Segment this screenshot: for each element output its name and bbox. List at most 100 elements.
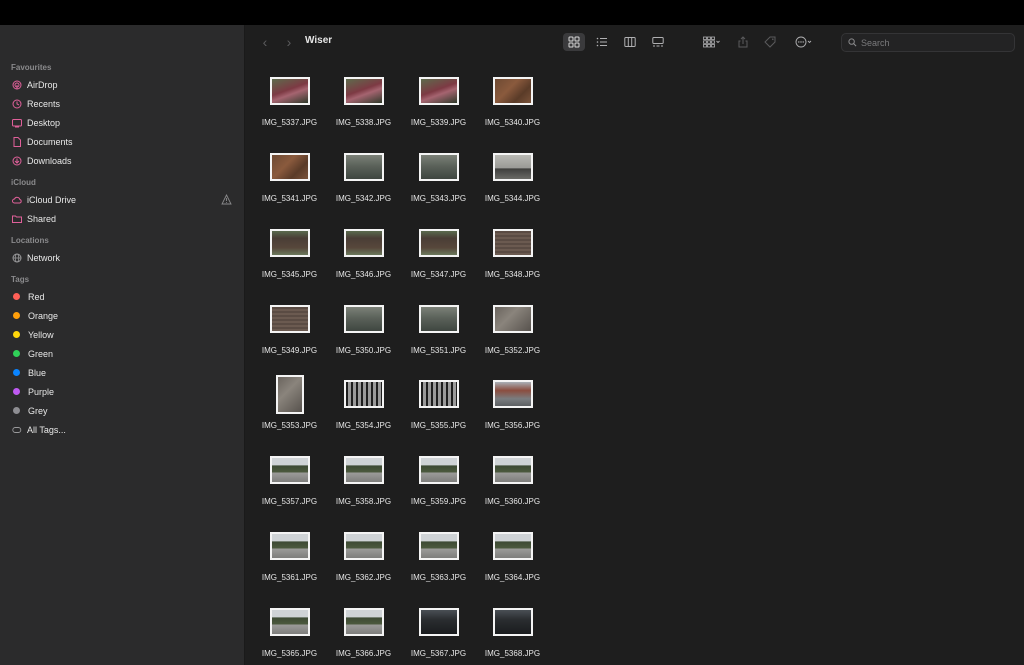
file-item[interactable]: IMG_5355.JPG bbox=[401, 380, 476, 430]
tags-section: Tags Red Orange Yellow Green Blue Purple… bbox=[0, 273, 244, 439]
file-thumbnail[interactable] bbox=[343, 153, 384, 181]
file-item[interactable]: IMG_5344.JPG bbox=[475, 153, 550, 203]
file-thumbnail[interactable] bbox=[418, 229, 459, 257]
file-thumbnail[interactable] bbox=[492, 608, 533, 636]
file-thumbnail[interactable] bbox=[492, 77, 533, 105]
file-item[interactable]: IMG_5346.JPG bbox=[326, 229, 401, 279]
file-thumbnail[interactable] bbox=[269, 532, 310, 560]
file-thumbnail[interactable] bbox=[269, 456, 310, 484]
sidebar-tag-green[interactable]: Green bbox=[0, 344, 244, 363]
file-item[interactable]: IMG_5342.JPG bbox=[326, 153, 401, 203]
file-item[interactable]: IMG_5347.JPG bbox=[401, 229, 476, 279]
file-thumbnail[interactable] bbox=[492, 532, 533, 560]
share-button[interactable] bbox=[732, 33, 754, 51]
file-thumbnail[interactable] bbox=[418, 532, 459, 560]
file-thumbnail[interactable] bbox=[269, 229, 310, 257]
file-thumbnail[interactable] bbox=[343, 77, 384, 105]
file-item[interactable]: IMG_5350.JPG bbox=[326, 305, 401, 355]
file-item[interactable]: IMG_5363.JPG bbox=[401, 532, 476, 582]
action-menu-button[interactable] bbox=[790, 33, 818, 51]
file-item[interactable]: IMG_5356.JPG bbox=[475, 380, 550, 430]
file-item[interactable]: IMG_5345.JPG bbox=[252, 229, 327, 279]
file-thumbnail[interactable] bbox=[343, 532, 384, 560]
file-thumbnail[interactable] bbox=[418, 153, 459, 181]
file-thumbnail[interactable] bbox=[343, 608, 384, 636]
file-item[interactable]: IMG_5364.JPG bbox=[475, 532, 550, 582]
file-item[interactable]: IMG_5365.JPG bbox=[252, 608, 327, 658]
group-by-button[interactable] bbox=[697, 33, 727, 51]
search-field[interactable] bbox=[841, 33, 1015, 52]
file-thumbnail[interactable] bbox=[275, 375, 304, 414]
file-item[interactable]: IMG_5358.JPG bbox=[326, 456, 401, 506]
file-item[interactable]: IMG_5362.JPG bbox=[326, 532, 401, 582]
sidebar-item-documents[interactable]: Documents bbox=[0, 132, 244, 151]
file-item[interactable]: IMG_5339.JPG bbox=[401, 77, 476, 127]
file-thumbnail[interactable] bbox=[492, 305, 533, 333]
file-item[interactable]: IMG_5361.JPG bbox=[252, 532, 327, 582]
sidebar-item-shared[interactable]: Shared bbox=[0, 209, 244, 228]
list-icon bbox=[596, 37, 607, 47]
tag-dot-icon bbox=[13, 369, 20, 376]
file-item[interactable]: IMG_5351.JPG bbox=[401, 305, 476, 355]
file-item[interactable]: IMG_5359.JPG bbox=[401, 456, 476, 506]
column-view-button[interactable] bbox=[619, 33, 641, 51]
search-input[interactable] bbox=[861, 37, 1001, 48]
file-thumbnail[interactable] bbox=[343, 380, 384, 408]
back-chevron-icon[interactable]: ‹ bbox=[258, 35, 272, 49]
sidebar-tag-purple[interactable]: Purple bbox=[0, 382, 244, 401]
file-item[interactable]: IMG_5367.JPG bbox=[401, 608, 476, 658]
clock-icon bbox=[12, 99, 22, 109]
file-thumbnail[interactable] bbox=[418, 77, 459, 105]
sidebar-item-airdrop[interactable]: AirDrop bbox=[0, 75, 244, 94]
tags-button[interactable] bbox=[759, 33, 781, 51]
file-thumbnail[interactable] bbox=[269, 608, 310, 636]
tag-dot-icon bbox=[13, 293, 20, 300]
file-item[interactable]: IMG_5338.JPG bbox=[326, 77, 401, 127]
gallery-view-button[interactable] bbox=[647, 33, 669, 51]
file-thumbnail[interactable] bbox=[418, 456, 459, 484]
file-item[interactable]: IMG_5354.JPG bbox=[326, 380, 401, 430]
file-item[interactable]: IMG_5340.JPG bbox=[475, 77, 550, 127]
forward-chevron-icon[interactable]: › bbox=[282, 35, 296, 49]
file-item[interactable]: IMG_5360.JPG bbox=[475, 456, 550, 506]
file-item[interactable]: IMG_5353.JPG bbox=[252, 375, 327, 430]
file-thumbnail[interactable] bbox=[418, 380, 459, 408]
sidebar-item-downloads[interactable]: Downloads bbox=[0, 151, 244, 170]
file-thumbnail[interactable] bbox=[269, 305, 310, 333]
sidebar-tag-red[interactable]: Red bbox=[0, 287, 244, 306]
file-item[interactable]: IMG_5368.JPG bbox=[475, 608, 550, 658]
file-item[interactable]: IMG_5352.JPG bbox=[475, 305, 550, 355]
icloud-heading: iCloud bbox=[11, 178, 36, 187]
file-thumbnail[interactable] bbox=[343, 305, 384, 333]
file-thumbnail[interactable] bbox=[492, 380, 533, 408]
warning-icon[interactable] bbox=[221, 194, 232, 205]
icon-view-button[interactable] bbox=[563, 33, 585, 51]
file-thumbnail[interactable] bbox=[418, 608, 459, 636]
sidebar-tag-orange[interactable]: Orange bbox=[0, 306, 244, 325]
file-thumbnail[interactable] bbox=[343, 456, 384, 484]
file-name: IMG_5340.JPG bbox=[484, 118, 541, 127]
file-item[interactable]: IMG_5366.JPG bbox=[326, 608, 401, 658]
file-item[interactable]: IMG_5348.JPG bbox=[475, 229, 550, 279]
file-item[interactable]: IMG_5343.JPG bbox=[401, 153, 476, 203]
file-thumbnail[interactable] bbox=[418, 305, 459, 333]
sidebar-tag-yellow[interactable]: Yellow bbox=[0, 325, 244, 344]
file-item[interactable]: IMG_5341.JPG bbox=[252, 153, 327, 203]
file-thumbnail[interactable] bbox=[269, 77, 310, 105]
sidebar-tag-blue[interactable]: Blue bbox=[0, 363, 244, 382]
file-thumbnail[interactable] bbox=[492, 456, 533, 484]
sidebar-item-desktop[interactable]: Desktop bbox=[0, 113, 244, 132]
sidebar-item-network[interactable]: Network bbox=[0, 248, 244, 267]
file-thumbnail[interactable] bbox=[492, 229, 533, 257]
file-thumbnail[interactable] bbox=[492, 153, 533, 181]
list-view-button[interactable] bbox=[591, 33, 613, 51]
file-item[interactable]: IMG_5357.JPG bbox=[252, 456, 327, 506]
file-thumbnail[interactable] bbox=[343, 229, 384, 257]
sidebar-tag-grey[interactable]: Grey bbox=[0, 401, 244, 420]
file-item[interactable]: IMG_5337.JPG bbox=[252, 77, 327, 127]
sidebar-item-all-tags[interactable]: All Tags... bbox=[0, 420, 244, 439]
file-item[interactable]: IMG_5349.JPG bbox=[252, 305, 327, 355]
file-thumbnail[interactable] bbox=[269, 153, 310, 181]
sidebar-item-recents[interactable]: Recents bbox=[0, 94, 244, 113]
sidebar-item-icloud-drive[interactable]: iCloud Drive bbox=[0, 190, 244, 209]
